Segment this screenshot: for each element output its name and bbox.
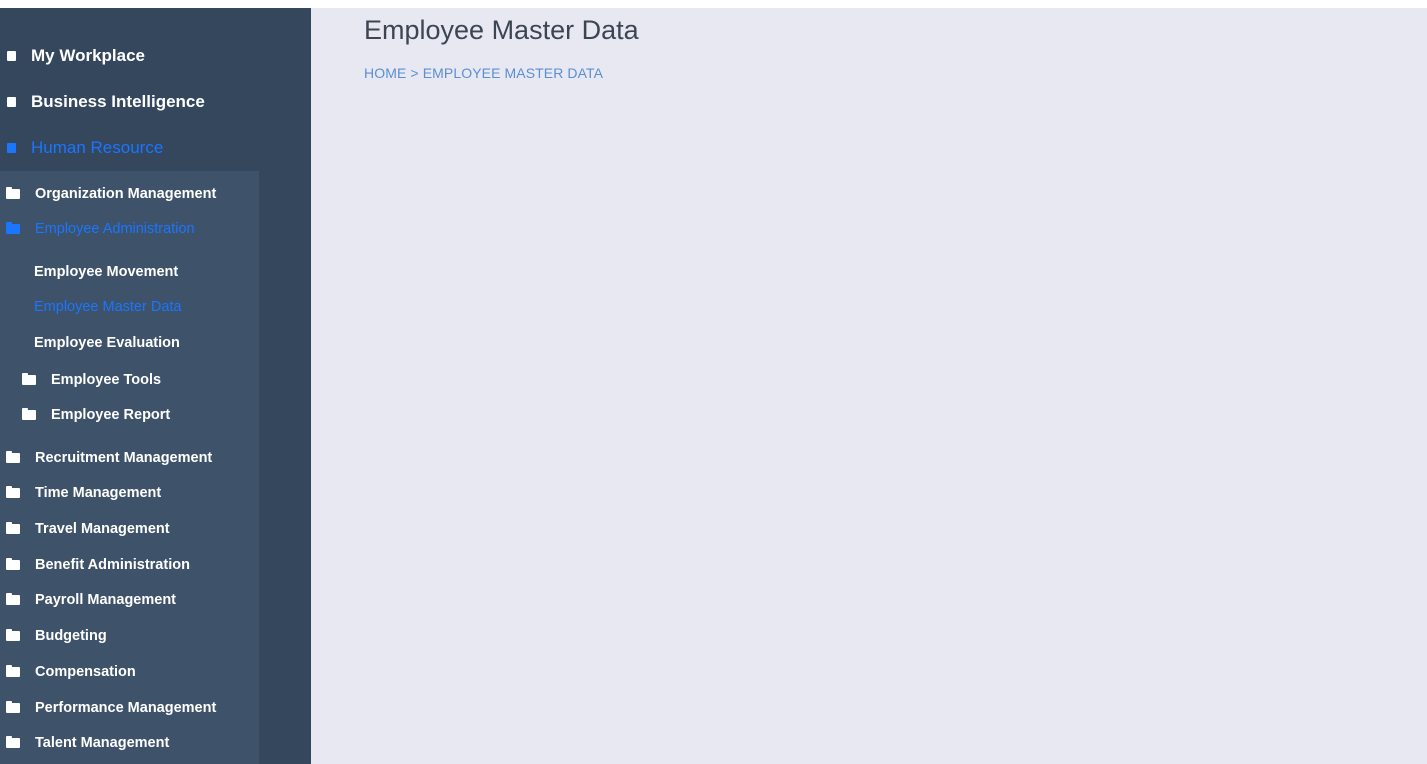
- sidebar-item-label: Employee Report: [51, 407, 171, 423]
- folder-icon: [6, 701, 20, 713]
- bullet-icon: [7, 143, 16, 153]
- sidebar-item-travel-management[interactable]: Travel Management: [0, 521, 170, 537]
- sidebar-item-label: Organization Management: [35, 186, 217, 202]
- sidebar-item-label: Benefit Administration: [35, 557, 190, 573]
- page-title: Employee Master Data: [364, 15, 639, 45]
- sidebar-item-label: Travel Management: [35, 521, 170, 537]
- folder-icon: [6, 451, 20, 463]
- sidebar-item-label: Recruitment Management: [35, 450, 213, 466]
- sidebar-item-employee-master-data[interactable]: Employee Master Data: [34, 299, 181, 315]
- folder-icon: [22, 408, 36, 420]
- sidebar-item-label: Employee Tools: [51, 372, 162, 388]
- folder-icon: [6, 629, 20, 641]
- sidebar-item-label: Talent Management: [35, 735, 170, 751]
- folder-icon: [22, 373, 36, 385]
- folder-icon: [6, 558, 20, 570]
- sidebar-item-label: Employee Administration: [35, 221, 195, 237]
- bullet-icon: [7, 51, 16, 61]
- sidebar-item-employee-administration[interactable]: Employee Administration: [0, 221, 195, 237]
- sidebar-item-human-resource[interactable]: Human Resource: [0, 138, 163, 158]
- sidebar-item-recruitment-management[interactable]: Recruitment Management: [0, 450, 212, 466]
- sidebar-item-talent-management[interactable]: Talent Management: [0, 735, 169, 751]
- sidebar-item-time-management[interactable]: Time Management: [0, 485, 161, 501]
- sidebar-item-performance-management[interactable]: Performance Management: [0, 700, 216, 716]
- folder-icon: [6, 187, 20, 199]
- sidebar-item-label: Business Intelligence: [31, 92, 205, 111]
- sidebar-item-label: Payroll Management: [35, 592, 177, 608]
- sidebar-item-payroll-management[interactable]: Payroll Management: [0, 592, 176, 608]
- bullet-icon: [7, 97, 16, 107]
- sidebar-item-business-intelligence[interactable]: Business Intelligence: [0, 92, 205, 112]
- folder-open-icon: [6, 222, 20, 234]
- folder-icon: [6, 665, 20, 677]
- sidebar-item-employee-movement[interactable]: Employee Movement: [34, 264, 178, 280]
- sidebar-item-label: My Workplace: [31, 46, 146, 65]
- sidebar-item-label: Employee Master Data: [34, 299, 182, 315]
- breadcrumb-current: EMPLOYEE MASTER DATA: [422, 65, 604, 81]
- folder-icon: [6, 522, 20, 534]
- sidebar-item-my-workplace[interactable]: My Workplace: [0, 46, 145, 66]
- sidebar-item-employee-tools[interactable]: Employee Tools: [0, 372, 161, 388]
- folder-icon: [6, 486, 20, 498]
- sidebar-item-label: Time Management: [35, 485, 162, 501]
- sidebar-item-employee-report[interactable]: Employee Report: [0, 407, 170, 423]
- sidebar-item-label: Employee Movement: [34, 264, 179, 280]
- sidebar-item-employee-evaluation[interactable]: Employee Evaluation: [34, 335, 180, 351]
- sidebar-item-label: Budgeting: [35, 628, 107, 644]
- sidebar-item-label: Performance Management: [35, 700, 217, 716]
- folder-icon: [6, 593, 20, 605]
- folder-icon: [6, 736, 20, 748]
- sidebar-item-budgeting[interactable]: Budgeting: [0, 628, 107, 644]
- breadcrumb: HOME > EMPLOYEE MASTER DATA: [364, 65, 603, 81]
- sidebar-item-label: Compensation: [35, 664, 136, 680]
- sidebar-item-label: Employee Evaluation: [34, 335, 180, 351]
- sidebar-item-compensation[interactable]: Compensation: [0, 664, 136, 680]
- breadcrumb-separator: >: [410, 65, 419, 81]
- sidebar-item-organization-management[interactable]: Organization Management: [0, 186, 216, 202]
- app-frame: My Workplace Business Intelligence Human…: [0, 8, 1427, 764]
- sidebar-item-benefit-administration[interactable]: Benefit Administration: [0, 557, 190, 573]
- breadcrumb-home-link[interactable]: HOME: [364, 65, 406, 81]
- sidebar-item-label: Human Resource: [31, 138, 164, 157]
- sidebar: My Workplace Business Intelligence Human…: [0, 8, 311, 764]
